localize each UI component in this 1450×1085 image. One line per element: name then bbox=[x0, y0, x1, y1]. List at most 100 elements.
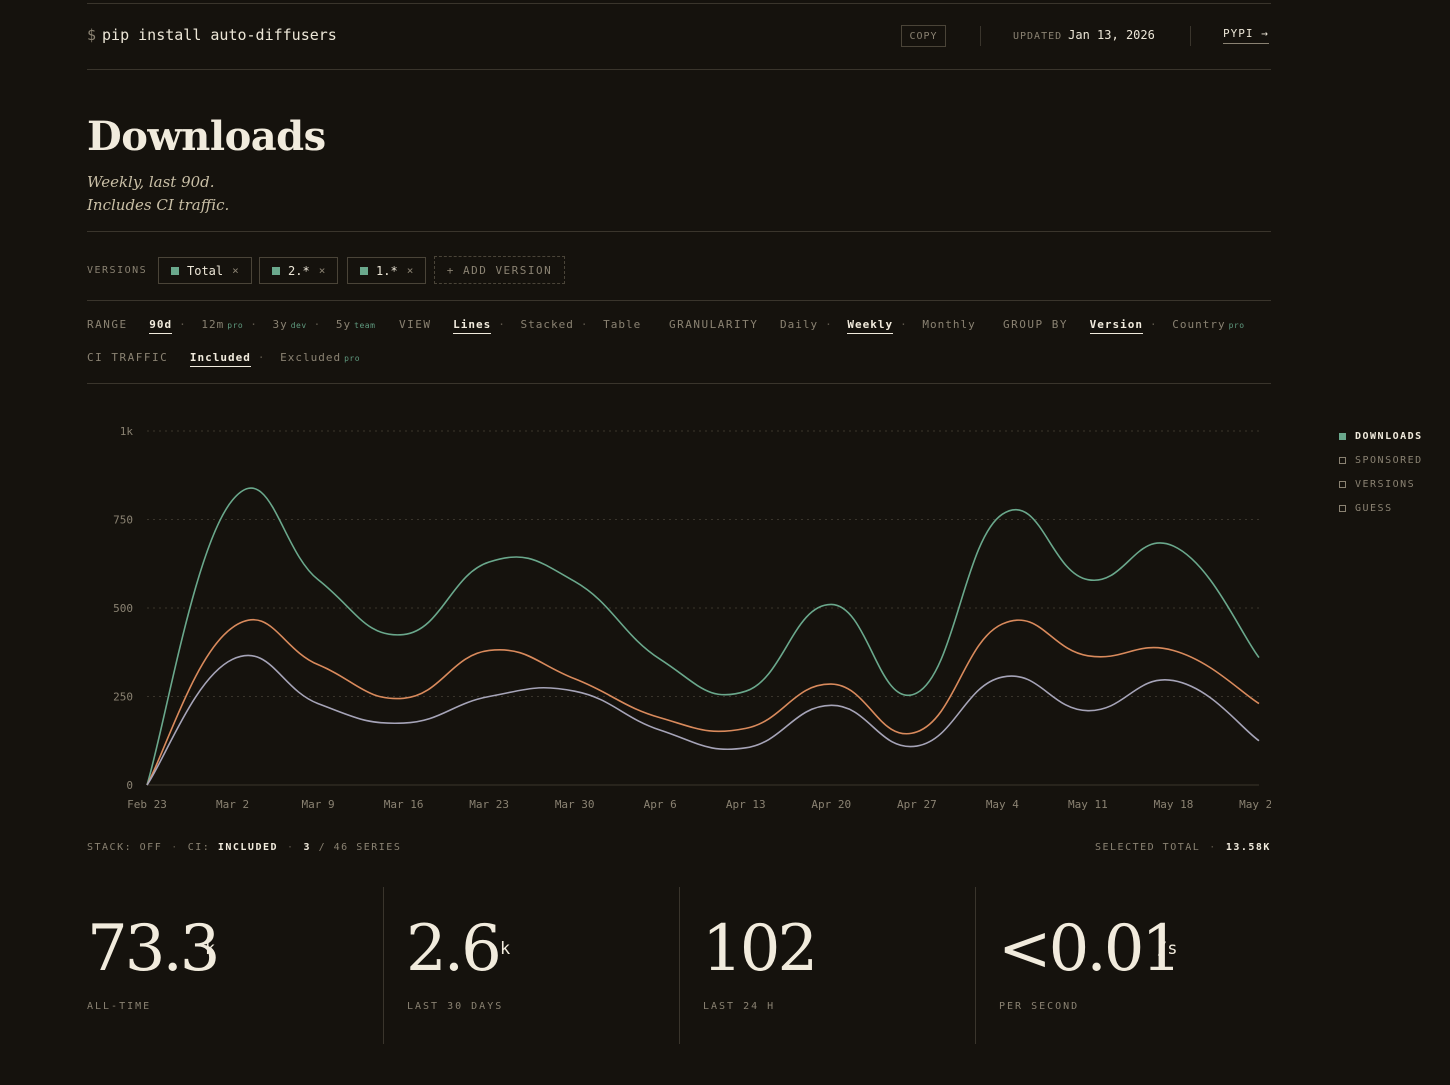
stack-label: STACK: bbox=[87, 842, 133, 853]
x-tick-label: May 25 bbox=[1239, 798, 1271, 811]
x-tick-label: May 18 bbox=[1154, 798, 1194, 811]
divider bbox=[87, 300, 1271, 301]
series-line-3[interactable] bbox=[146, 654, 1260, 786]
series-swatch bbox=[272, 266, 280, 275]
x-tick-label: Mar 23 bbox=[469, 798, 509, 811]
updated-date: Jan 13, 2026 bbox=[1068, 28, 1155, 42]
option-label: 5y bbox=[335, 318, 352, 331]
x-tick-label: Apr 6 bbox=[644, 798, 677, 811]
stat-label: LAST 24 H bbox=[703, 1001, 776, 1012]
granularity-option-daily[interactable]: Daily bbox=[780, 318, 818, 331]
option-label: 12m bbox=[201, 318, 225, 331]
x-tick-label: Mar 30 bbox=[555, 798, 595, 811]
x-tick-label: Feb 23 bbox=[127, 798, 167, 811]
legend-item-guess[interactable]: GUESS bbox=[1339, 496, 1423, 520]
ci-traffic-control: CI TRAFFIC Included · Excluded pro bbox=[87, 351, 360, 367]
close-icon[interactable]: × bbox=[407, 264, 414, 277]
x-tick-label: May 4 bbox=[986, 798, 1019, 811]
x-tick-label: Mar 9 bbox=[302, 798, 335, 811]
stack-value: OFF bbox=[139, 842, 163, 853]
granularity-control: GRANULARITY Daily · Weekly · Monthly bbox=[669, 318, 976, 334]
version-chip-1[interactable]: 1.* × bbox=[347, 257, 427, 284]
plan-tag: team bbox=[354, 321, 376, 330]
legend-checkbox bbox=[1339, 480, 1346, 488]
chip-label: 1.* bbox=[376, 263, 398, 278]
view-option-table[interactable]: Table bbox=[603, 318, 641, 331]
legend-checkbox bbox=[1339, 504, 1346, 512]
divider bbox=[87, 383, 1271, 384]
stat-unit: /s bbox=[1157, 939, 1178, 959]
subtitle-line: Weekly, last 90d. bbox=[87, 173, 215, 191]
ci-label: CI: bbox=[187, 842, 211, 853]
chip-label: Total bbox=[187, 263, 224, 278]
range-option-5y[interactable]: 5y team bbox=[336, 318, 376, 331]
y-tick-label: 0 bbox=[126, 779, 133, 792]
x-tick-label: Apr 20 bbox=[811, 798, 851, 811]
stat-divider bbox=[383, 887, 384, 1044]
stat-value: <0.01 bbox=[998, 912, 1182, 986]
group-by-option-country[interactable]: Country pro bbox=[1172, 318, 1244, 331]
stat-divider bbox=[679, 887, 680, 1044]
downloads-line-chart[interactable]: 0 250 500 750 1k Feb 23 Mar 2 Mar 9 Mar 16 Mar 23… bbox=[87, 415, 1271, 815]
separator: · bbox=[825, 318, 833, 331]
group-by-control: GROUP BY Version · Country pro bbox=[1003, 318, 1245, 334]
plan-tag: dev bbox=[290, 321, 307, 330]
separator: · bbox=[171, 842, 179, 853]
range-option-90d[interactable]: 90d bbox=[149, 318, 173, 334]
range-option-3y[interactable]: 3y dev bbox=[272, 318, 306, 331]
separator: · bbox=[1209, 842, 1217, 853]
stat-label: LAST 30 DAYS bbox=[407, 1001, 504, 1012]
series-total: / 46 SERIES bbox=[318, 842, 402, 853]
stat-all-time: 73.3 k ALL-TIME bbox=[87, 887, 382, 1044]
selected-total-value: 13.58K bbox=[1225, 842, 1271, 853]
separator: · bbox=[179, 318, 187, 331]
legend-item-sponsored[interactable]: SPONSORED bbox=[1339, 448, 1423, 472]
stat-last-30-days: 2.6 k LAST 30 DAYS bbox=[383, 887, 678, 1044]
divider bbox=[87, 231, 1271, 232]
view-option-lines[interactable]: Lines bbox=[453, 318, 492, 334]
series-line-1[interactable] bbox=[146, 487, 1260, 786]
ci-option-excluded[interactable]: Excluded pro bbox=[280, 351, 360, 364]
legend-item-versions[interactable]: VERSIONS bbox=[1339, 472, 1423, 496]
legend-item-downloads[interactable]: DOWNLOADS bbox=[1339, 424, 1423, 448]
updated-info: UPDATED Jan 13, 2026 bbox=[1013, 28, 1155, 42]
close-icon[interactable]: × bbox=[232, 264, 239, 277]
legend-checkbox bbox=[1339, 432, 1346, 440]
pypi-link[interactable]: PYPI → bbox=[1223, 27, 1269, 44]
group-by-option-version[interactable]: Version bbox=[1089, 318, 1143, 334]
version-chip-total[interactable]: Total × bbox=[158, 257, 252, 284]
stat-per-second: <0.01 /s PER SECOND bbox=[975, 887, 1270, 1044]
versions-label: VERSIONS bbox=[87, 265, 148, 276]
stat-last-24h: 102 LAST 24 H bbox=[679, 887, 974, 1044]
range-control: RANGE 90d · 12m pro · 3y dev · 5y team bbox=[87, 318, 376, 334]
option-label: 3y bbox=[272, 318, 288, 331]
version-chip-2[interactable]: 2.* × bbox=[259, 257, 339, 284]
granularity-option-weekly[interactable]: Weekly bbox=[847, 318, 894, 334]
option-label: Country bbox=[1172, 318, 1226, 331]
y-tick-label: 1k bbox=[120, 425, 134, 438]
stat-value: 102 bbox=[702, 912, 818, 986]
close-icon[interactable]: × bbox=[319, 264, 326, 277]
separator: · bbox=[1149, 318, 1158, 331]
stat-value: 2.6 bbox=[406, 912, 502, 986]
ci-value: INCLUDED bbox=[217, 842, 279, 853]
copy-button[interactable]: COPY bbox=[901, 25, 946, 47]
chart-legend: DOWNLOADS SPONSORED VERSIONS GUESS bbox=[1339, 424, 1423, 520]
separator: · bbox=[250, 318, 258, 331]
view-option-stacked[interactable]: Stacked bbox=[521, 318, 574, 331]
x-tick-label: Apr 27 bbox=[897, 798, 937, 811]
ci-option-included[interactable]: Included bbox=[189, 351, 251, 367]
range-option-12m[interactable]: 12m pro bbox=[201, 318, 243, 331]
separator: · bbox=[257, 351, 266, 364]
add-version-button[interactable]: + ADD VERSION bbox=[434, 256, 565, 284]
series-swatch bbox=[360, 266, 368, 275]
granularity-option-monthly[interactable]: Monthly bbox=[922, 318, 975, 331]
stat-divider bbox=[975, 887, 976, 1044]
separator: · bbox=[313, 318, 322, 331]
legend-checkbox bbox=[1339, 456, 1346, 464]
view-label: VIEW bbox=[399, 318, 432, 331]
selected-total-label: SELECTED TOTAL bbox=[1095, 842, 1201, 853]
page-subtitle: Weekly, last 90d. Includes CI traffic. bbox=[87, 171, 229, 217]
top-divider bbox=[87, 3, 1271, 4]
prompt-symbol: $ bbox=[87, 26, 97, 44]
